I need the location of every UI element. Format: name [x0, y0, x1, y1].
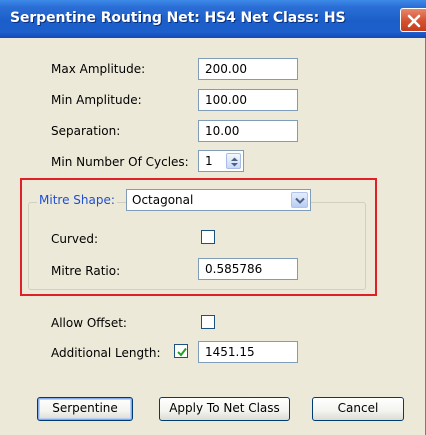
allow-offset-label: Allow Offset: — [51, 316, 127, 330]
apply-to-net-class-button[interactable]: Apply To Net Class — [159, 397, 290, 421]
curved-checkbox[interactable] — [201, 230, 215, 244]
window-title: Serpentine Routing Net: HS4 Net Class: H… — [10, 10, 346, 26]
curved-label: Curved: — [51, 232, 99, 246]
min-amplitude-input[interactable]: 100.00 — [198, 89, 298, 111]
min-amplitude-label: Min Amplitude: — [51, 93, 142, 107]
close-icon — [407, 14, 421, 28]
mitre-shape-dropdown[interactable]: Octagonal — [126, 189, 311, 211]
mitre-ratio-label: Mitre Ratio: — [51, 264, 121, 278]
separation-label: Separation: — [51, 124, 121, 138]
up-down-arrows-icon — [231, 157, 238, 167]
cancel-button[interactable]: Cancel — [312, 397, 404, 421]
max-amplitude-label: Max Amplitude: — [51, 62, 146, 76]
additional-length-input[interactable]: 1451.15 — [198, 341, 298, 363]
mitre-shape-value: Octagonal — [132, 193, 194, 207]
max-amplitude-input[interactable]: 200.00 — [198, 58, 298, 80]
serpentine-button[interactable]: Serpentine — [37, 397, 133, 421]
min-cycles-label: Min Number Of Cycles: — [51, 155, 189, 169]
checkmark-icon — [177, 347, 187, 357]
close-button[interactable] — [400, 8, 426, 32]
dropdown-button[interactable] — [291, 192, 308, 208]
min-cycles-value: 1 — [205, 154, 213, 168]
additional-length-checkbox[interactable] — [174, 344, 188, 358]
mitre-ratio-input[interactable]: 0.585786 — [198, 258, 298, 280]
title-bar[interactable]: Serpentine Routing Net: HS4 Net Class: H… — [0, 0, 426, 38]
additional-length-label: Additional Length: — [51, 346, 161, 360]
min-cycles-stepper[interactable]: 1 — [198, 150, 244, 172]
separation-input[interactable]: 10.00 — [198, 120, 298, 142]
chevron-down-icon — [295, 197, 305, 204]
spinner-buttons[interactable] — [226, 153, 241, 169]
mitre-shape-label: Mitre Shape: — [37, 193, 117, 207]
allow-offset-checkbox[interactable] — [201, 315, 215, 329]
serpentine-routing-dialog: Serpentine Routing Net: HS4 Net Class: H… — [0, 0, 426, 435]
